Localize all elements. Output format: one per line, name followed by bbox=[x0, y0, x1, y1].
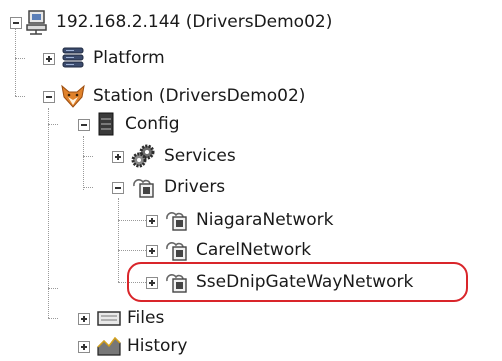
station-tree: 192.168.2.144 (DriversDemo02) Platform S… bbox=[0, 0, 502, 359]
expand-toggle[interactable] bbox=[146, 277, 158, 289]
config-cabinet-icon bbox=[98, 112, 114, 136]
tree-node-label: Platform bbox=[93, 48, 165, 68]
tree-node-station[interactable]: Station (DriversDemo02) bbox=[0, 81, 420, 111]
tree-node-label: NiagaraNetwork bbox=[196, 210, 334, 230]
tree-node-drivers[interactable]: Drivers bbox=[0, 172, 300, 202]
tree-node-niagara-network[interactable]: NiagaraNetwork bbox=[0, 205, 400, 235]
gears-icon bbox=[131, 144, 155, 168]
tree-node-label: Config bbox=[125, 114, 180, 134]
tree-node-label: 192.168.2.144 (DriversDemo02) bbox=[56, 12, 333, 32]
expand-toggle[interactable] bbox=[78, 313, 90, 325]
computer-icon bbox=[26, 10, 47, 35]
tree-node-carel-network[interactable]: CarelNetwork bbox=[0, 235, 400, 265]
tree-node-label: Station (DriversDemo02) bbox=[93, 86, 306, 106]
folder-drive-icon bbox=[97, 311, 121, 326]
expand-toggle[interactable] bbox=[112, 151, 124, 163]
tree-node-services[interactable]: Services bbox=[0, 141, 300, 171]
fox-station-icon bbox=[61, 84, 85, 108]
collapse-toggle[interactable] bbox=[112, 182, 124, 194]
network-driver-icon bbox=[166, 242, 187, 261]
tree-node-root[interactable]: 192.168.2.144 (DriversDemo02) bbox=[0, 7, 420, 37]
expand-toggle[interactable] bbox=[146, 215, 158, 227]
tree-node-label: Services bbox=[164, 146, 236, 166]
tree-node-label: SseDnipGateWayNetwork bbox=[196, 272, 414, 292]
history-chart-icon bbox=[97, 336, 121, 356]
tree-node-label: CarelNetwork bbox=[196, 240, 312, 260]
expand-toggle[interactable] bbox=[43, 53, 55, 65]
expand-toggle[interactable] bbox=[146, 245, 158, 257]
platform-stack-icon bbox=[62, 47, 84, 68]
tree-node-config[interactable]: Config bbox=[0, 109, 300, 139]
tree-node-label: Files bbox=[127, 308, 165, 328]
tree-node-history[interactable]: History bbox=[0, 331, 300, 361]
collapse-toggle[interactable] bbox=[10, 17, 22, 29]
tree-node-files[interactable]: Files bbox=[0, 303, 300, 333]
network-driver-icon bbox=[166, 274, 187, 293]
collapse-toggle[interactable] bbox=[43, 91, 55, 103]
expand-toggle[interactable] bbox=[78, 341, 90, 353]
tree-node-label: Drivers bbox=[164, 177, 226, 197]
collapse-toggle[interactable] bbox=[78, 119, 90, 131]
tree-node-sse-dnip-gateway-network[interactable]: SseDnipGateWayNetwork bbox=[0, 267, 470, 297]
tree-node-label: History bbox=[127, 336, 188, 356]
network-driver-icon bbox=[133, 179, 154, 198]
tree-node-platform[interactable]: Platform bbox=[0, 43, 300, 73]
network-driver-icon bbox=[166, 212, 187, 231]
